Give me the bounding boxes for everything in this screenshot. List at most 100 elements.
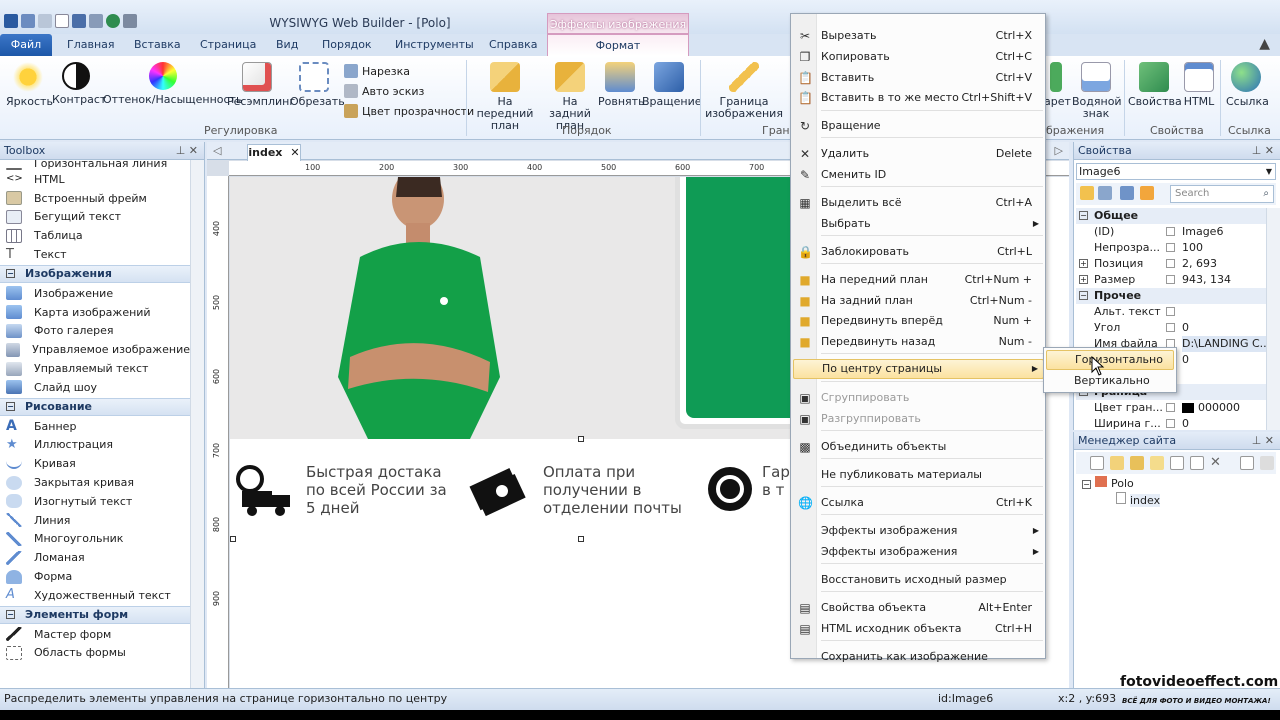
pin-close-icons[interactable]: ⊥ ✕ bbox=[1252, 142, 1274, 160]
toolbox-category-images[interactable]: − Изображения bbox=[0, 264, 190, 283]
menu-item-3[interactable]: 📋 Вставить в то же место Ctrl+Shift+V bbox=[793, 88, 1044, 108]
menu-item-5[interactable]: ✕ Удалить Delete bbox=[793, 144, 1044, 164]
pin-close-icons[interactable]: ⊥ ✕ bbox=[176, 142, 198, 160]
toolbox-item-imagemap[interactable]: Карта изображений bbox=[0, 303, 190, 322]
toolbox-item-rollover[interactable]: Управляемое изображение bbox=[0, 340, 190, 359]
send-back-button[interactable]: На задний план bbox=[542, 62, 598, 132]
menu-item-10[interactable]: ■ На передний план Ctrl+Num + bbox=[793, 270, 1044, 290]
resample-button[interactable]: Ресэмплинг bbox=[227, 62, 295, 108]
events-icon[interactable] bbox=[1140, 186, 1154, 200]
link-button[interactable]: Ссылка bbox=[1226, 62, 1269, 108]
menu-item-9[interactable]: 🔒 Заблокировать Ctrl+L bbox=[793, 242, 1044, 262]
toolbox-item-table[interactable]: Таблица bbox=[0, 226, 190, 245]
tab-format[interactable]: Формат bbox=[547, 34, 689, 56]
prop-category-other[interactable]: − Прочее bbox=[1076, 288, 1266, 304]
new-page-icon[interactable] bbox=[1090, 456, 1104, 470]
toolbox-item-curve[interactable]: Кривая bbox=[0, 454, 190, 473]
close-tab-icon[interactable]: ✕ bbox=[290, 146, 299, 159]
minimize-ribbon-icon[interactable]: ▲ bbox=[1259, 36, 1270, 52]
menu-item-20[interactable]: Эффекты изображения ▶ bbox=[793, 521, 1044, 541]
menu-item-11[interactable]: ■ На задний план Ctrl+Num - bbox=[793, 291, 1044, 311]
menu-item-2[interactable]: 📋 Вставить Ctrl+V bbox=[793, 68, 1044, 88]
doc-tab-index[interactable]: index ✕ bbox=[247, 144, 301, 161]
prop-row[interactable]: Непрозра... 100 bbox=[1076, 240, 1266, 256]
pin-close-icons[interactable]: ⊥ ✕ bbox=[1252, 432, 1274, 450]
contrast-button[interactable]: Контраст bbox=[52, 62, 106, 106]
prop-category-general[interactable]: − Общее bbox=[1076, 208, 1266, 224]
prop-row[interactable]: + Позиция 2, 693 bbox=[1076, 256, 1266, 272]
properties-button[interactable]: Свойства bbox=[1128, 62, 1182, 108]
resize-handle[interactable] bbox=[578, 536, 584, 542]
toolbox-item-formarea[interactable]: Область формы bbox=[0, 644, 190, 663]
menu-item-21[interactable]: Эффекты изображения ▶ bbox=[793, 542, 1044, 562]
prop-row[interactable]: Цвет гран... 000000 bbox=[1076, 400, 1266, 416]
menu-item-horizontal[interactable]: Горизонтально bbox=[1046, 350, 1174, 370]
menu-item-14[interactable]: По центру страницы ▶ bbox=[793, 359, 1044, 379]
toolbox-category-drawing[interactable]: − Рисование bbox=[0, 397, 190, 416]
toolbox-item-line[interactable]: Линия bbox=[0, 511, 190, 530]
preview-page-icon[interactable] bbox=[1240, 456, 1254, 470]
align-button[interactable]: Ровнять bbox=[598, 62, 645, 108]
new-folder-icon[interactable] bbox=[1110, 456, 1124, 470]
tree-node-root[interactable]: − Polo bbox=[1082, 476, 1160, 492]
crop-button[interactable]: Обрезать bbox=[290, 62, 345, 108]
brightness-button[interactable]: Яркость bbox=[6, 62, 53, 108]
menu-item-vertical[interactable]: Вертикально bbox=[1046, 371, 1174, 391]
toolbox-item-slideshow[interactable]: Слайд шоу bbox=[0, 378, 190, 397]
toolbox-item-arttext[interactable]: A Художественный текст bbox=[0, 586, 190, 605]
menu-item-4[interactable]: ↻ Вращение bbox=[793, 116, 1044, 136]
transparency-color-button[interactable]: Цвет прозрачности bbox=[344, 104, 474, 118]
toolbox-item-illustration[interactable]: ★ Иллюстрация bbox=[0, 436, 190, 455]
tab-help[interactable]: Справка bbox=[489, 38, 537, 51]
menu-item-24[interactable]: ▤ HTML исходник объекта Ctrl+H bbox=[793, 619, 1044, 639]
categorized-icon[interactable] bbox=[1080, 186, 1094, 200]
toolbox-item-banner[interactable]: A Баннер bbox=[0, 417, 190, 436]
prop-row[interactable]: + Размер 943, 134 bbox=[1076, 272, 1266, 288]
prop-row[interactable]: Угол 0 bbox=[1076, 320, 1266, 336]
menu-item-16[interactable]: ▣ Разгруппировать bbox=[793, 409, 1044, 429]
properties-page-icon[interactable] bbox=[1190, 456, 1204, 470]
bring-front-button[interactable]: На передний план bbox=[472, 62, 538, 132]
html-button[interactable]: HTML bbox=[1182, 62, 1216, 108]
menu-item-6[interactable]: ✎ Сменить ID bbox=[793, 165, 1044, 185]
options-icon[interactable] bbox=[1260, 456, 1274, 470]
import-icon[interactable] bbox=[1130, 456, 1144, 470]
tab-scroll-left-icon[interactable]: ◁ bbox=[213, 144, 221, 157]
toolbox-item-hline[interactable]: Горизонтальная линия bbox=[0, 160, 190, 170]
toolbox-item-marquee[interactable]: Бегущий текст bbox=[0, 208, 190, 227]
object-selector[interactable]: Image6 ▼ bbox=[1076, 163, 1276, 180]
prop-row[interactable]: Альт. текст bbox=[1076, 304, 1266, 320]
tab-file[interactable]: Файл bbox=[0, 34, 52, 56]
tab-page[interactable]: Страница bbox=[200, 38, 256, 51]
folder-icon[interactable] bbox=[1150, 456, 1164, 470]
toolbox-item-closedcurve[interactable]: Закрытая кривая bbox=[0, 473, 190, 492]
tab-home[interactable]: Главная bbox=[67, 38, 115, 51]
menu-item-19[interactable]: 🌐 Ссылка Ctrl+K bbox=[793, 493, 1044, 513]
menu-item-17[interactable]: ▩ Объединить объекты bbox=[793, 437, 1044, 457]
tab-tools[interactable]: Инструменты bbox=[395, 38, 474, 51]
prop-row[interactable]: Ширина г... 0 bbox=[1076, 416, 1266, 432]
menu-item-23[interactable]: ▤ Свойства объекта Alt+Enter bbox=[793, 598, 1044, 618]
toolbox-item-rollovertext[interactable]: Управляемый текст bbox=[0, 359, 190, 378]
menu-item-7[interactable]: ▦ Выделить всё Ctrl+A bbox=[793, 193, 1044, 213]
expand-icon[interactable]: + bbox=[1079, 259, 1088, 268]
toolbox-item-polygon[interactable]: Многоугольник bbox=[0, 530, 190, 549]
expand-icon[interactable]: + bbox=[1079, 275, 1088, 284]
rotate-button[interactable]: Вращение bbox=[642, 62, 702, 108]
toolbox-item-formwizard[interactable]: Мастер форм bbox=[0, 625, 190, 644]
tab-order[interactable]: Порядок bbox=[322, 38, 372, 51]
property-pages-icon[interactable] bbox=[1120, 186, 1134, 200]
toolbox-item-polyline[interactable]: Ломаная bbox=[0, 548, 190, 567]
menu-item-8[interactable]: Выбрать ▶ bbox=[793, 214, 1044, 234]
sort-az-icon[interactable] bbox=[1098, 186, 1112, 200]
toolbox-item-shape[interactable]: Форма bbox=[0, 567, 190, 586]
resize-handle[interactable] bbox=[230, 536, 236, 542]
properties-scrollbar[interactable] bbox=[1266, 208, 1280, 430]
watermark-button[interactable]: Водяной знак bbox=[1072, 62, 1122, 120]
tree-node-index[interactable]: index bbox=[1082, 492, 1161, 508]
tab-scroll-right-icon[interactable]: ▷ bbox=[1055, 144, 1063, 157]
toolbox-item-curvedtext[interactable]: Изогнутый текст bbox=[0, 492, 190, 511]
toolbox-item-iframe[interactable]: Встроенный фрейм bbox=[0, 189, 190, 208]
properties-search-input[interactable]: Search ⌕ bbox=[1170, 185, 1274, 203]
menu-item-25[interactable]: Сохранить как изображение bbox=[793, 647, 1044, 667]
